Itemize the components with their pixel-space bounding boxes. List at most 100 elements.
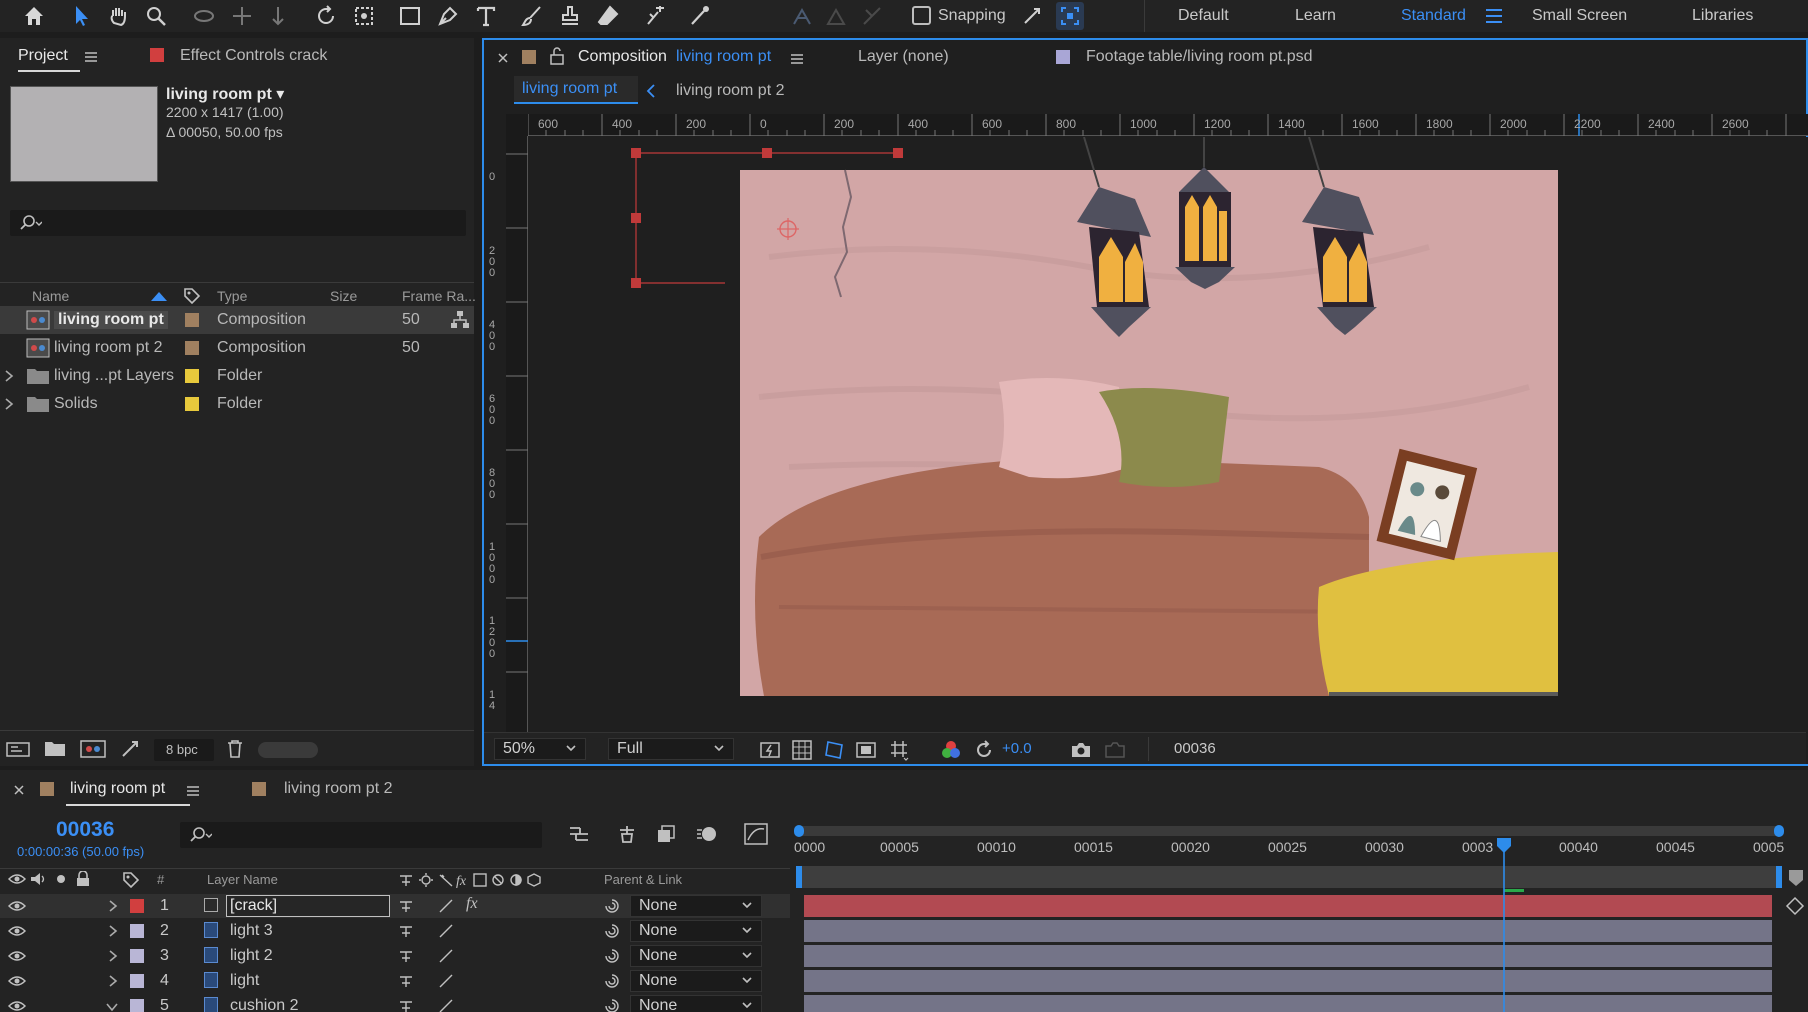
workspace-learn[interactable]: Learn [1295,7,1336,25]
close-icon[interactable] [498,53,508,63]
reset-exposure-icon[interactable] [974,740,994,760]
pick-whip-icon[interactable] [604,973,620,989]
expand-chevron-icon[interactable] [108,975,118,987]
snap-options-icon[interactable] [1018,2,1046,30]
visibility-eye-icon[interactable] [8,999,26,1012]
snap-to-grid-icon[interactable] [1056,2,1084,30]
column-name[interactable]: Name [32,288,69,304]
parent-dropdown[interactable]: None [630,945,762,967]
workspace-menu-icon[interactable] [1480,2,1508,30]
pick-whip-icon[interactable] [604,923,620,939]
label-tag-icon[interactable] [122,871,140,889]
layer-row[interactable]: 4 light None [0,969,790,993]
timeline-search-input[interactable] [180,822,542,848]
motion-blur-icon[interactable] [696,824,718,844]
unlock-icon[interactable] [550,47,564,65]
thumbnail-size-slider[interactable] [258,742,318,758]
chevron-left-icon[interactable] [646,84,656,98]
layer-bar-crack[interactable] [804,895,1772,917]
new-composition-icon[interactable] [80,740,106,758]
selection-tool-icon[interactable] [68,2,96,30]
mask-visibility-icon[interactable] [824,740,844,760]
time-navigator[interactable] [794,825,1784,837]
layer-name[interactable]: light 3 [230,922,273,940]
layer-bar-light-2[interactable] [804,945,1772,967]
audio-speaker-icon[interactable] [30,872,48,886]
comp-subtab-2[interactable]: living room pt 2 [676,82,785,100]
project-tab[interactable]: Project [18,47,68,65]
composition-tab-prefix[interactable]: Composition [578,48,667,66]
current-time-indicator[interactable] [1494,836,1514,1012]
expand-chevron-icon[interactable] [108,925,118,937]
timeline-tab-2[interactable]: living room pt 2 [284,780,393,798]
dolly-tool-icon[interactable] [264,2,292,30]
transparency-grid-icon[interactable] [792,740,812,760]
composition-tab-name[interactable]: living room pt [676,48,771,66]
comp-mini-flowchart-icon[interactable] [568,824,590,844]
interpret-footage-icon[interactable] [6,740,30,758]
exposure-value[interactable]: +0.0 [1002,740,1032,757]
workspace-small-screen[interactable]: Small Screen [1532,7,1627,25]
pan-tool-icon[interactable] [228,2,256,30]
grid-guides-icon[interactable] [888,739,910,761]
layer-bar-light[interactable] [804,970,1772,992]
timeline-timecode[interactable]: 00036 [56,818,114,842]
layer-row[interactable]: 5 cushion 2 None [0,994,790,1012]
layer-switches[interactable] [398,998,458,1012]
collapse-chevron-icon[interactable] [106,1002,118,1012]
camera-snapshot-icon[interactable] [1070,740,1092,760]
flowchart-icon[interactable] [450,310,470,330]
layer-name[interactable]: light [230,972,259,990]
expand-chevron-icon[interactable] [108,900,118,912]
footage-tab-name[interactable]: table/living room pt.psd [1148,48,1313,66]
parent-dropdown[interactable]: None [630,920,762,942]
brush-tool-icon[interactable] [518,2,546,30]
pick-whip-icon[interactable] [604,948,620,964]
roto-brush-tool-icon[interactable] [642,2,670,30]
new-folder-icon[interactable] [44,740,66,758]
comp-subtab-active[interactable]: living room pt [514,76,638,104]
visibility-eye-icon[interactable] [8,899,26,913]
layer-row[interactable]: 3 light 2 None [0,944,790,968]
frame-blending-icon[interactable] [656,824,678,844]
effect-controls-tab[interactable]: Effect Controls crack [180,47,327,65]
column-size[interactable]: Size [330,288,357,304]
parent-dropdown[interactable]: None [630,895,762,917]
region-of-interest-icon[interactable] [856,740,876,760]
graph-editor-icon[interactable] [744,823,768,845]
column-layer-name[interactable]: Layer Name [207,872,278,887]
workspace-libraries[interactable]: Libraries [1692,7,1753,25]
pen-tool-icon[interactable] [434,2,462,30]
column-frame-rate[interactable]: Frame Ra... [402,288,476,304]
work-area-bar[interactable] [796,866,1782,888]
layer-bar-light-3[interactable] [804,920,1772,942]
current-frame[interactable]: 00036 [1174,740,1216,757]
channels-icon[interactable] [940,740,962,760]
layer-switches[interactable] [398,898,458,914]
layer-name-field[interactable]: [crack] [226,895,390,917]
clone-stamp-tool-icon[interactable] [556,2,584,30]
layer-name[interactable]: cushion 2 [230,997,299,1012]
layer-switches[interactable] [398,923,458,939]
expand-chevron-icon[interactable] [108,950,118,962]
panel-menu-icon[interactable] [186,784,200,798]
zoom-tool-icon[interactable] [142,2,170,30]
close-icon[interactable] [14,785,24,795]
project-settings-icon[interactable] [120,739,140,759]
pick-whip-icon[interactable] [604,898,620,914]
project-item-row[interactable]: living room pt 2 Composition 50 [0,334,474,362]
video-eye-icon[interactable] [8,872,26,886]
comp-end-marker-icon[interactable] [1786,868,1806,888]
workspace-default[interactable]: Default [1178,7,1229,25]
draft-3d-icon[interactable] [616,824,638,844]
snapping-checkbox[interactable] [912,6,931,25]
navigator-end-handle[interactable] [1774,825,1784,837]
visibility-eye-icon[interactable] [8,949,26,963]
layer-row[interactable]: 1 [crack] fx None [0,894,790,918]
layer-switches[interactable] [398,973,458,989]
column-parent-link[interactable]: Parent & Link [604,872,682,887]
trash-icon[interactable] [226,739,244,759]
layer-tab[interactable]: Layer (none) [858,48,949,66]
project-item-row[interactable]: Solids Folder [0,390,474,418]
rotate-tool-icon[interactable] [312,2,340,30]
